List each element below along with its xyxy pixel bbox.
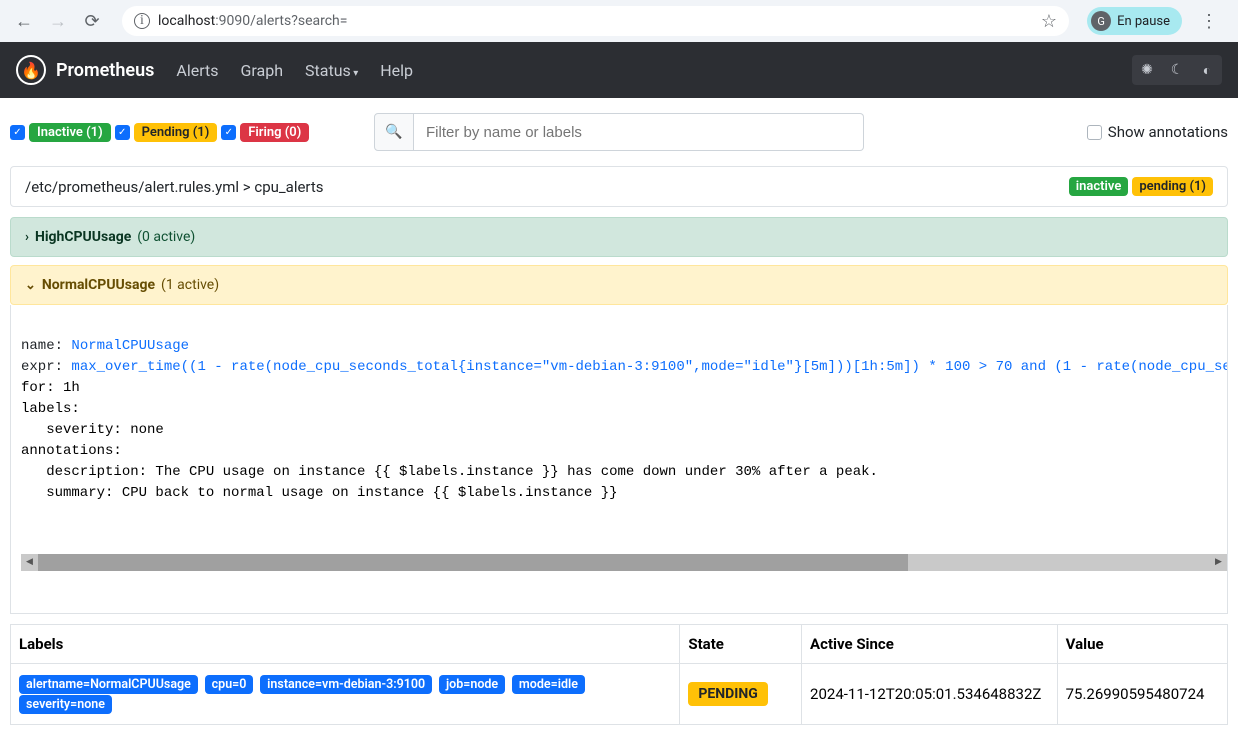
- checkbox-checked-icon: ✓: [10, 125, 25, 140]
- nav-link-help[interactable]: Help: [380, 61, 413, 80]
- rule-group-path: /etc/prometheus/alert.rules.yml > cpu_al…: [25, 178, 324, 196]
- chevron-down-icon: ⌄: [25, 278, 36, 293]
- alert-row-normalcpu[interactable]: ⌄ NormalCPUUsage (1 active): [10, 265, 1228, 305]
- show-annotations-toggle[interactable]: Show annotations: [1087, 123, 1228, 141]
- scroll-left-icon[interactable]: ◀: [21, 554, 38, 571]
- theme-dark-icon[interactable]: ☾: [1162, 55, 1192, 85]
- pending-pill: Pending (1): [134, 123, 218, 142]
- url-bar[interactable]: i localhost:9090/alerts?search= ☆: [122, 6, 1069, 36]
- theme-light-icon[interactable]: ✺: [1132, 55, 1162, 85]
- filter-firing[interactable]: ✓ Firing (0): [221, 123, 309, 142]
- inactive-pill: Inactive (1): [29, 123, 111, 142]
- search-group: 🔍: [374, 113, 864, 151]
- theme-auto-icon[interactable]: ◐: [1192, 55, 1222, 85]
- label-pill: mode=idle: [512, 675, 585, 694]
- badge-inactive: inactive: [1069, 177, 1129, 196]
- browser-toolbar: ← → ⟳ i localhost:9090/alerts?search= ☆ …: [0, 0, 1238, 42]
- label-pill: severity=none: [19, 695, 112, 714]
- label-pill: alertname=NormalCPUUsage: [19, 675, 198, 694]
- alert-name: NormalCPUUsage: [42, 277, 155, 293]
- rule-group-badges: inactive pending (1): [1069, 177, 1213, 196]
- nav-back-icon[interactable]: ←: [12, 11, 36, 32]
- rule-labels-severity: severity: none: [21, 422, 164, 438]
- app-navbar: 🔥 Prometheus Alerts Graph Status Help ✺ …: [0, 42, 1238, 98]
- filter-inactive[interactable]: ✓ Inactive (1): [10, 123, 111, 142]
- rule-for: for: 1h: [21, 380, 80, 396]
- label-pill: cpu=0: [205, 675, 254, 694]
- th-active-since: Active Since: [802, 625, 1058, 664]
- brand-text: Prometheus: [56, 60, 154, 81]
- alert-count: (1 active): [161, 277, 219, 293]
- theme-switcher: ✺ ☾ ◐: [1132, 55, 1222, 85]
- nav-link-status[interactable]: Status: [305, 61, 358, 80]
- rule-annotation-description: description: The CPU usage on instance {…: [21, 464, 878, 480]
- label-pill: instance=vm-debian-3:9100: [260, 675, 432, 694]
- checkbox-checked-icon: ✓: [221, 125, 236, 140]
- alert-count: (0 active): [137, 229, 195, 245]
- rule-annotation-summary: summary: CPU back to normal usage on ins…: [21, 485, 618, 501]
- alert-row-highcpu[interactable]: › HighCPUUsage (0 active): [10, 217, 1228, 257]
- badge-pending: pending (1): [1132, 177, 1213, 196]
- th-value: Value: [1057, 625, 1227, 664]
- avatar: G: [1091, 11, 1111, 31]
- rule-annotations: annotations:: [21, 443, 122, 459]
- rule-detail-panel: name: NormalCPUUsage expr: max_over_time…: [10, 305, 1228, 614]
- cell-state: PENDING: [680, 664, 802, 725]
- nav-forward-icon[interactable]: →: [46, 11, 70, 32]
- nav-link-graph[interactable]: Graph: [241, 61, 284, 80]
- rule-expr-key: expr:: [21, 359, 71, 375]
- rule-name-key: name:: [21, 338, 71, 354]
- filter-row: ✓ Inactive (1) ✓ Pending (1) ✓ Firing (0…: [10, 114, 1228, 150]
- chevron-right-icon: ›: [25, 230, 29, 245]
- browser-menu-icon[interactable]: ⋮: [1192, 11, 1226, 32]
- rule-name-link[interactable]: NormalCPUUsage: [71, 338, 189, 354]
- search-input[interactable]: [414, 113, 864, 151]
- rule-labels: labels:: [21, 401, 80, 417]
- th-labels: Labels: [11, 625, 680, 664]
- cell-value: 75.26990595480724: [1057, 664, 1227, 725]
- state-badge-pending: PENDING: [688, 682, 767, 706]
- cell-active-since: 2024-11-12T20:05:01.534648832Z: [802, 664, 1058, 725]
- cell-labels: alertname=NormalCPUUsage cpu=0 instance=…: [11, 664, 680, 725]
- checkbox-checked-icon: ✓: [115, 125, 130, 140]
- search-button[interactable]: 🔍: [374, 113, 414, 151]
- show-annotations-label: Show annotations: [1108, 123, 1228, 141]
- filter-pending[interactable]: ✓ Pending (1): [115, 123, 218, 142]
- scroll-thumb[interactable]: [38, 554, 908, 571]
- horizontal-scrollbar[interactable]: ◀ ▶: [21, 554, 1227, 571]
- th-state: State: [680, 625, 802, 664]
- page-content: ✓ Inactive (1) ✓ Pending (1) ✓ Firing (0…: [0, 98, 1238, 741]
- search-icon: 🔍: [385, 124, 402, 140]
- rule-group-header: /etc/prometheus/alert.rules.yml > cpu_al…: [10, 166, 1228, 207]
- scroll-right-icon[interactable]: ▶: [1210, 554, 1227, 571]
- table-header-row: Labels State Active Since Value: [11, 625, 1228, 664]
- alert-instances-table: Labels State Active Since Value alertnam…: [10, 624, 1228, 725]
- bookmark-star-icon[interactable]: ☆: [1041, 11, 1057, 32]
- profile-label: En pause: [1117, 14, 1170, 29]
- reload-icon[interactable]: ⟳: [80, 11, 104, 32]
- rule-expr-link[interactable]: max_over_time((1 - rate(node_cpu_seconds…: [71, 359, 1228, 375]
- checkbox-unchecked-icon: [1087, 125, 1102, 140]
- nav-link-alerts[interactable]: Alerts: [176, 61, 218, 80]
- firing-pill: Firing (0): [240, 123, 309, 142]
- profile-chip[interactable]: G En pause: [1087, 7, 1182, 35]
- site-info-icon[interactable]: i: [134, 13, 150, 29]
- brand-logo[interactable]: 🔥 Prometheus: [16, 55, 154, 85]
- flame-icon: 🔥: [16, 55, 46, 85]
- state-filters: ✓ Inactive (1) ✓ Pending (1) ✓ Firing (0…: [10, 123, 309, 142]
- alert-name: HighCPUUsage: [35, 229, 131, 245]
- url-text: localhost:9090/alerts?search=: [158, 13, 347, 29]
- label-pill: job=node: [439, 675, 505, 694]
- table-row: alertname=NormalCPUUsage cpu=0 instance=…: [11, 664, 1228, 725]
